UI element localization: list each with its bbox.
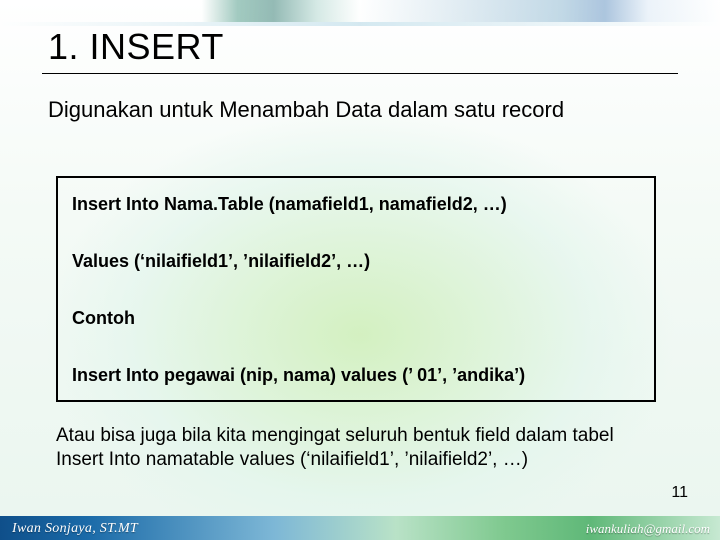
code-line: Insert Into pegawai (nip, nama) values (… bbox=[72, 365, 640, 386]
slide-title: 1. INSERT bbox=[48, 26, 224, 68]
code-line: Values (‘nilaifield1’, ’nilaifield2’, …) bbox=[72, 251, 640, 272]
footer-author: Iwan Sonjaya, ST.MT bbox=[12, 521, 138, 537]
outro-line: Atau bisa juga bila kita mengingat selur… bbox=[56, 425, 614, 446]
intro-text: Digunakan untuk Menambah Data dalam satu… bbox=[48, 96, 648, 124]
outro-text: Atau bisa juga bila kita mengingat selur… bbox=[56, 424, 666, 472]
code-line: Contoh bbox=[72, 308, 640, 329]
top-decoration bbox=[0, 0, 720, 22]
outro-line: Insert Into namatable values (‘nilaifiel… bbox=[56, 449, 528, 470]
footer-email: iwankuliah@gmail.com bbox=[586, 521, 710, 537]
slide: 1. INSERT Digunakan untuk Menambah Data … bbox=[0, 0, 720, 540]
syntax-box: Insert Into Nama.Table (namafield1, nama… bbox=[56, 176, 656, 402]
code-line: Insert Into Nama.Table (namafield1, nama… bbox=[72, 194, 640, 215]
page-number: 11 bbox=[671, 484, 688, 502]
